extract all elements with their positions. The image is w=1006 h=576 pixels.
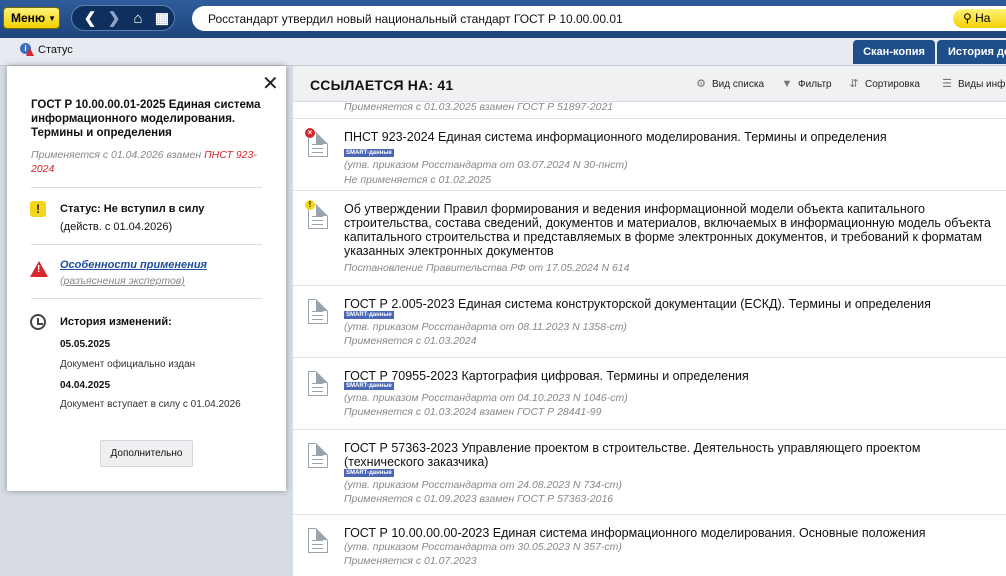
find-button[interactable]: ⚲ На [953, 9, 1006, 28]
list-view-label: Вид списка [712, 78, 765, 90]
document-approval: (утв. приказом Росстандарта от 03.07.202… [344, 159, 628, 171]
list-view-button[interactable]: ⚙ Вид списка [695, 78, 764, 90]
status-link-label: Статус [38, 44, 73, 56]
document-approval: (утв. приказом Росстандарта от 24.08.202… [344, 479, 622, 491]
list-item[interactable]: ГОСТ Р 57363-2023 Управление проектом в … [293, 429, 1006, 514]
application-features-link[interactable]: Особенности применения [60, 259, 207, 271]
document-approval: (утв. приказом Росстандарта от 04.10.202… [344, 392, 628, 404]
filter-button[interactable]: ▼ Фильтр [781, 78, 832, 90]
info-warning-icon: i [20, 43, 34, 57]
document-icon [308, 528, 328, 553]
filter-label: Фильтр [798, 78, 832, 90]
caret-down-icon: ▼ [48, 13, 57, 23]
smart-data-badge[interactable]: SMART-данные [344, 469, 394, 477]
warning-icon: ! [30, 201, 46, 217]
history-event: Документ вступает в силу с 01.04.2026 [60, 399, 241, 410]
popup-applies-text: Применяется с 01.04.2026 взамен [31, 149, 202, 161]
history-date: 04.04.2025 [60, 380, 111, 391]
info-types-button[interactable]: ☰ Виды инф [941, 78, 1005, 90]
document-title[interactable]: ГОСТ Р 2.005-2023 Единая система констру… [344, 297, 994, 311]
document-icon: × [305, 128, 328, 157]
popup-status: Статус: Не вступил в силу [60, 203, 205, 215]
tab-history[interactable]: История до [937, 40, 1006, 64]
gear-icon: ⚙ [696, 78, 706, 90]
document-icon [308, 299, 328, 324]
forward-arrow-icon[interactable]: ❯ [102, 9, 126, 27]
divider [31, 187, 262, 188]
warning-marker-icon: ! [305, 200, 315, 210]
menu-button-label: Меню [11, 11, 46, 25]
info-types-label: Виды инф [958, 78, 1006, 90]
search-icon: ⚲ [963, 11, 972, 25]
divider [31, 244, 262, 245]
alert-triangle-icon: ! [30, 261, 48, 277]
document-applies: Применяется с 01.03.2024 [344, 335, 477, 347]
popup-applies: Применяется с 01.04.2026 взамен ПНСТ 923… [31, 148, 266, 176]
list-icon: ☰ [942, 78, 952, 90]
sort-label: Сортировка [865, 78, 920, 90]
document-applies: Применяется с 01.07.2023 [344, 555, 477, 567]
status-popup: ✕ ГОСТ Р 10.00.00.01-2025 Единая система… [7, 66, 286, 491]
more-button[interactable]: Дополнительно [100, 440, 193, 467]
document-applies: Применяется с 01.09.2023 взамен ГОСТ Р 5… [344, 493, 614, 505]
menu-button[interactable]: Меню ▼ [3, 7, 60, 29]
smart-data-badge[interactable]: SMART-данные [344, 149, 394, 157]
document-title[interactable]: ГОСТ Р 57363-2023 Управление проектом в … [344, 441, 994, 469]
close-icon[interactable]: ✕ [262, 71, 279, 96]
status-link[interactable]: i Статус [20, 43, 73, 57]
top-bar: Меню ▼ ❮ ❯ ⌂ ▦ Росстандарт утвердил новы… [0, 0, 1006, 38]
document-applies: Применяется с 01.03.2024 взамен ГОСТ Р 2… [344, 406, 602, 418]
popup-document-title: ГОСТ Р 10.00.00.01-2025 Единая система и… [31, 99, 261, 139]
list-title: ССЫЛАЕТСЯ НА: 41 [310, 77, 454, 93]
list-header: ССЫЛАЕТСЯ НА: 41 ⚙ Вид списка ▼ Фильтр ⇵ Со… [293, 66, 1006, 102]
list-item[interactable]: ! Об утверждении Правил формирования и в… [293, 190, 1006, 285]
document-icon: ! [305, 200, 328, 229]
list-item[interactable]: ГОСТ Р 10.00.00.00-2023 Единая система и… [293, 514, 1006, 576]
list-item[interactable]: × ПНСТ 923-2024 Единая система информаци… [293, 118, 1006, 190]
document-approval: Постановление Правительства РФ от 17.05.… [344, 262, 630, 274]
document-icon [308, 443, 328, 468]
divider [31, 298, 262, 299]
history-title: История изменений: [60, 316, 172, 328]
history-event: Документ официально издан [60, 359, 196, 370]
document-title[interactable]: ГОСТ Р 70955-2023 Картография цифровая. … [344, 369, 994, 383]
tab-scan-copy[interactable]: Скан-копия [853, 40, 935, 64]
expert-explanations-link[interactable]: (разъяснения экспертов) [60, 275, 185, 287]
back-arrow-icon[interactable]: ❮ [78, 9, 102, 27]
home-icon[interactable]: ⌂ [126, 10, 150, 27]
find-button-label: На [975, 11, 991, 25]
smart-data-badge[interactable]: SMART-данные [344, 382, 394, 390]
smart-data-badge[interactable]: SMART-данные [344, 311, 394, 319]
popup-status-date: (действ. с 01.04.2026) [60, 221, 173, 233]
document-title[interactable]: ПНСТ 923-2024 Единая система информацион… [344, 130, 994, 144]
document-approval: (утв. приказом Росстандарта от 30.05.202… [344, 541, 622, 553]
navigation-group: ❮ ❯ ⌂ ▦ [71, 5, 175, 31]
document-icon [308, 371, 328, 396]
document-title[interactable]: Об утверждении Правил формирования и вед… [344, 202, 994, 258]
not-valid-marker-icon: × [305, 128, 315, 138]
references-list: ССЫЛАЕТСЯ НА: 41 ⚙ Вид списка ▼ Фильтр ⇵ Со… [293, 66, 1006, 576]
history-clock-icon [30, 314, 46, 330]
sort-button[interactable]: ⇵ Сортировка [848, 78, 920, 90]
document-applies: Не применяется с 01.02.2025 [344, 174, 492, 186]
grid-icon[interactable]: ▦ [150, 9, 174, 27]
list-item[interactable]: ГОСТ Р 70955-2023 Картография цифровая. … [293, 357, 1006, 429]
previous-item-note: Применяется с 01.03.2025 взамен ГОСТ Р 5… [344, 101, 614, 113]
list-item[interactable]: ГОСТ Р 2.005-2023 Единая система констру… [293, 285, 1006, 357]
filter-icon: ▼ [781, 78, 793, 90]
history-date: 05.05.2025 [60, 339, 111, 350]
search-input[interactable]: Росстандарт утвердил новый национальный … [192, 6, 1006, 31]
document-title[interactable]: ГОСТ Р 10.00.00.00-2023 Единая система и… [344, 526, 994, 540]
document-approval: (утв. приказом Росстандарта от 08.11.202… [344, 321, 627, 333]
sort-icon: ⇵ [849, 78, 859, 90]
